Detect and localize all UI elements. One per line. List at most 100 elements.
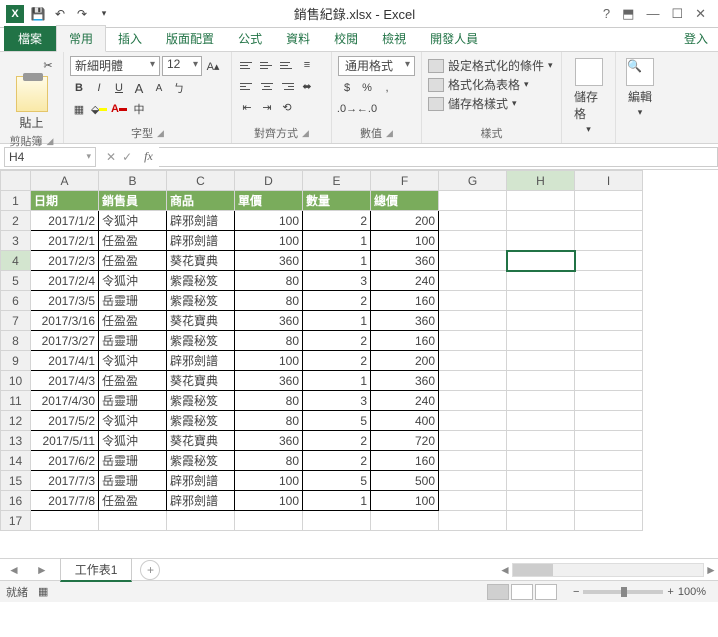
cell-E1[interactable]: 數量 (303, 191, 371, 211)
cell-E6[interactable]: 2 (303, 291, 371, 311)
cell-I15[interactable] (575, 471, 643, 491)
cell-I17[interactable] (575, 511, 643, 531)
cell-I12[interactable] (575, 411, 643, 431)
font-size-select[interactable]: 12 (162, 56, 202, 76)
paste-button[interactable]: 貼上 (6, 114, 57, 131)
row-header-17[interactable]: 17 (1, 511, 31, 531)
increase-decimal-icon[interactable]: .0→ (338, 100, 356, 118)
align-launcher-icon[interactable]: ◢ (302, 128, 309, 139)
cell-F2[interactable]: 200 (371, 211, 439, 231)
editing-button[interactable]: 🔍 編輯 ▾ (622, 56, 658, 120)
cell-B12[interactable]: 令狐沖 (99, 411, 167, 431)
close-icon[interactable]: ✕ (695, 6, 706, 22)
cell-H14[interactable] (507, 451, 575, 471)
increase-font-icon[interactable]: A▴ (204, 57, 222, 75)
cell-A2[interactable]: 2017/1/2 (31, 211, 99, 231)
cell-H13[interactable] (507, 431, 575, 451)
phonetic2-icon[interactable]: 中 (130, 100, 148, 118)
cell-H8[interactable] (507, 331, 575, 351)
cell-I7[interactable] (575, 311, 643, 331)
row-header-11[interactable]: 11 (1, 391, 31, 411)
row-header-8[interactable]: 8 (1, 331, 31, 351)
cell-D5[interactable]: 80 (235, 271, 303, 291)
cell-A5[interactable]: 2017/2/4 (31, 271, 99, 291)
row-header-6[interactable]: 6 (1, 291, 31, 311)
wrap-text-icon[interactable]: ≡ (298, 56, 316, 74)
cell-A8[interactable]: 2017/3/27 (31, 331, 99, 351)
phonetic-icon[interactable]: ㄅ (170, 79, 188, 97)
cell-D14[interactable]: 80 (235, 451, 303, 471)
cell-G2[interactable] (439, 211, 507, 231)
cell-I10[interactable] (575, 371, 643, 391)
cell-G9[interactable] (439, 351, 507, 371)
scroll-thumb[interactable] (513, 564, 553, 576)
conditional-format-button[interactable]: 設定格式化的條件▾ (428, 56, 555, 75)
name-box[interactable]: H4 (4, 147, 96, 167)
tab-insert[interactable]: 插入 (106, 26, 154, 51)
cell-G6[interactable] (439, 291, 507, 311)
cell-D9[interactable]: 100 (235, 351, 303, 371)
page-layout-view-button[interactable] (511, 584, 533, 600)
cell-D1[interactable]: 單價 (235, 191, 303, 211)
cell-A9[interactable]: 2017/4/1 (31, 351, 99, 371)
row-header-5[interactable]: 5 (1, 271, 31, 291)
cell-G10[interactable] (439, 371, 507, 391)
column-header-I[interactable]: I (575, 171, 643, 191)
cell-I16[interactable] (575, 491, 643, 511)
number-format-select[interactable]: 通用格式 (338, 56, 415, 76)
cell-A16[interactable]: 2017/7/8 (31, 491, 99, 511)
cell-A12[interactable]: 2017/5/2 (31, 411, 99, 431)
normal-view-button[interactable] (487, 584, 509, 600)
cell-E11[interactable]: 3 (303, 391, 371, 411)
cell-A10[interactable]: 2017/4/3 (31, 371, 99, 391)
column-header-A[interactable]: A (31, 171, 99, 191)
cell-F3[interactable]: 100 (371, 231, 439, 251)
cell-B4[interactable]: 任盈盈 (99, 251, 167, 271)
clipboard-launcher-icon[interactable]: ◢ (47, 136, 54, 147)
cell-I13[interactable] (575, 431, 643, 451)
cell-C1[interactable]: 商品 (167, 191, 235, 211)
cell-F17[interactable] (371, 511, 439, 531)
cell-E7[interactable]: 1 (303, 311, 371, 331)
zoom-out-button[interactable]: − (573, 586, 579, 598)
column-header-H[interactable]: H (507, 171, 575, 191)
cell-A13[interactable]: 2017/5/11 (31, 431, 99, 451)
currency-icon[interactable]: $ (338, 79, 356, 97)
cell-E13[interactable]: 2 (303, 431, 371, 451)
cell-F5[interactable]: 240 (371, 271, 439, 291)
formula-input[interactable] (159, 147, 718, 167)
cell-F4[interactable]: 360 (371, 251, 439, 271)
cell-C14[interactable]: 紫霞秘笈 (167, 451, 235, 471)
scroll-left-icon[interactable]: ◄ (498, 563, 512, 577)
border-icon[interactable]: ▦ (70, 100, 88, 118)
cell-A11[interactable]: 2017/4/30 (31, 391, 99, 411)
cells-button[interactable]: 儲存格 ▾ (568, 56, 609, 137)
cell-I5[interactable] (575, 271, 643, 291)
cell-F8[interactable]: 160 (371, 331, 439, 351)
qat-dropdown-icon[interactable]: ▾ (96, 6, 112, 22)
undo-icon[interactable]: ↶ (52, 6, 68, 22)
row-header-10[interactable]: 10 (1, 371, 31, 391)
row-header-7[interactable]: 7 (1, 311, 31, 331)
cell-D3[interactable]: 100 (235, 231, 303, 251)
row-header-13[interactable]: 13 (1, 431, 31, 451)
cell-H17[interactable] (507, 511, 575, 531)
align-bottom-icon[interactable] (278, 57, 296, 73)
enter-formula-icon[interactable]: ✓ (122, 150, 132, 164)
cell-B8[interactable]: 岳靈珊 (99, 331, 167, 351)
cell-E14[interactable]: 2 (303, 451, 371, 471)
cell-B1[interactable]: 銷售員 (99, 191, 167, 211)
cell-H11[interactable] (507, 391, 575, 411)
cell-E10[interactable]: 1 (303, 371, 371, 391)
tab-file[interactable]: 檔案 (4, 26, 56, 51)
cell-I2[interactable] (575, 211, 643, 231)
cell-B15[interactable]: 岳靈珊 (99, 471, 167, 491)
cell-D13[interactable]: 360 (235, 431, 303, 451)
increase-indent-icon[interactable]: ⇥ (258, 98, 276, 116)
align-left-icon[interactable] (238, 78, 256, 94)
cell-C16[interactable]: 辟邪劍譜 (167, 491, 235, 511)
cell-D12[interactable]: 80 (235, 411, 303, 431)
cell-H5[interactable] (507, 271, 575, 291)
cell-F10[interactable]: 360 (371, 371, 439, 391)
cell-C3[interactable]: 辟邪劍譜 (167, 231, 235, 251)
